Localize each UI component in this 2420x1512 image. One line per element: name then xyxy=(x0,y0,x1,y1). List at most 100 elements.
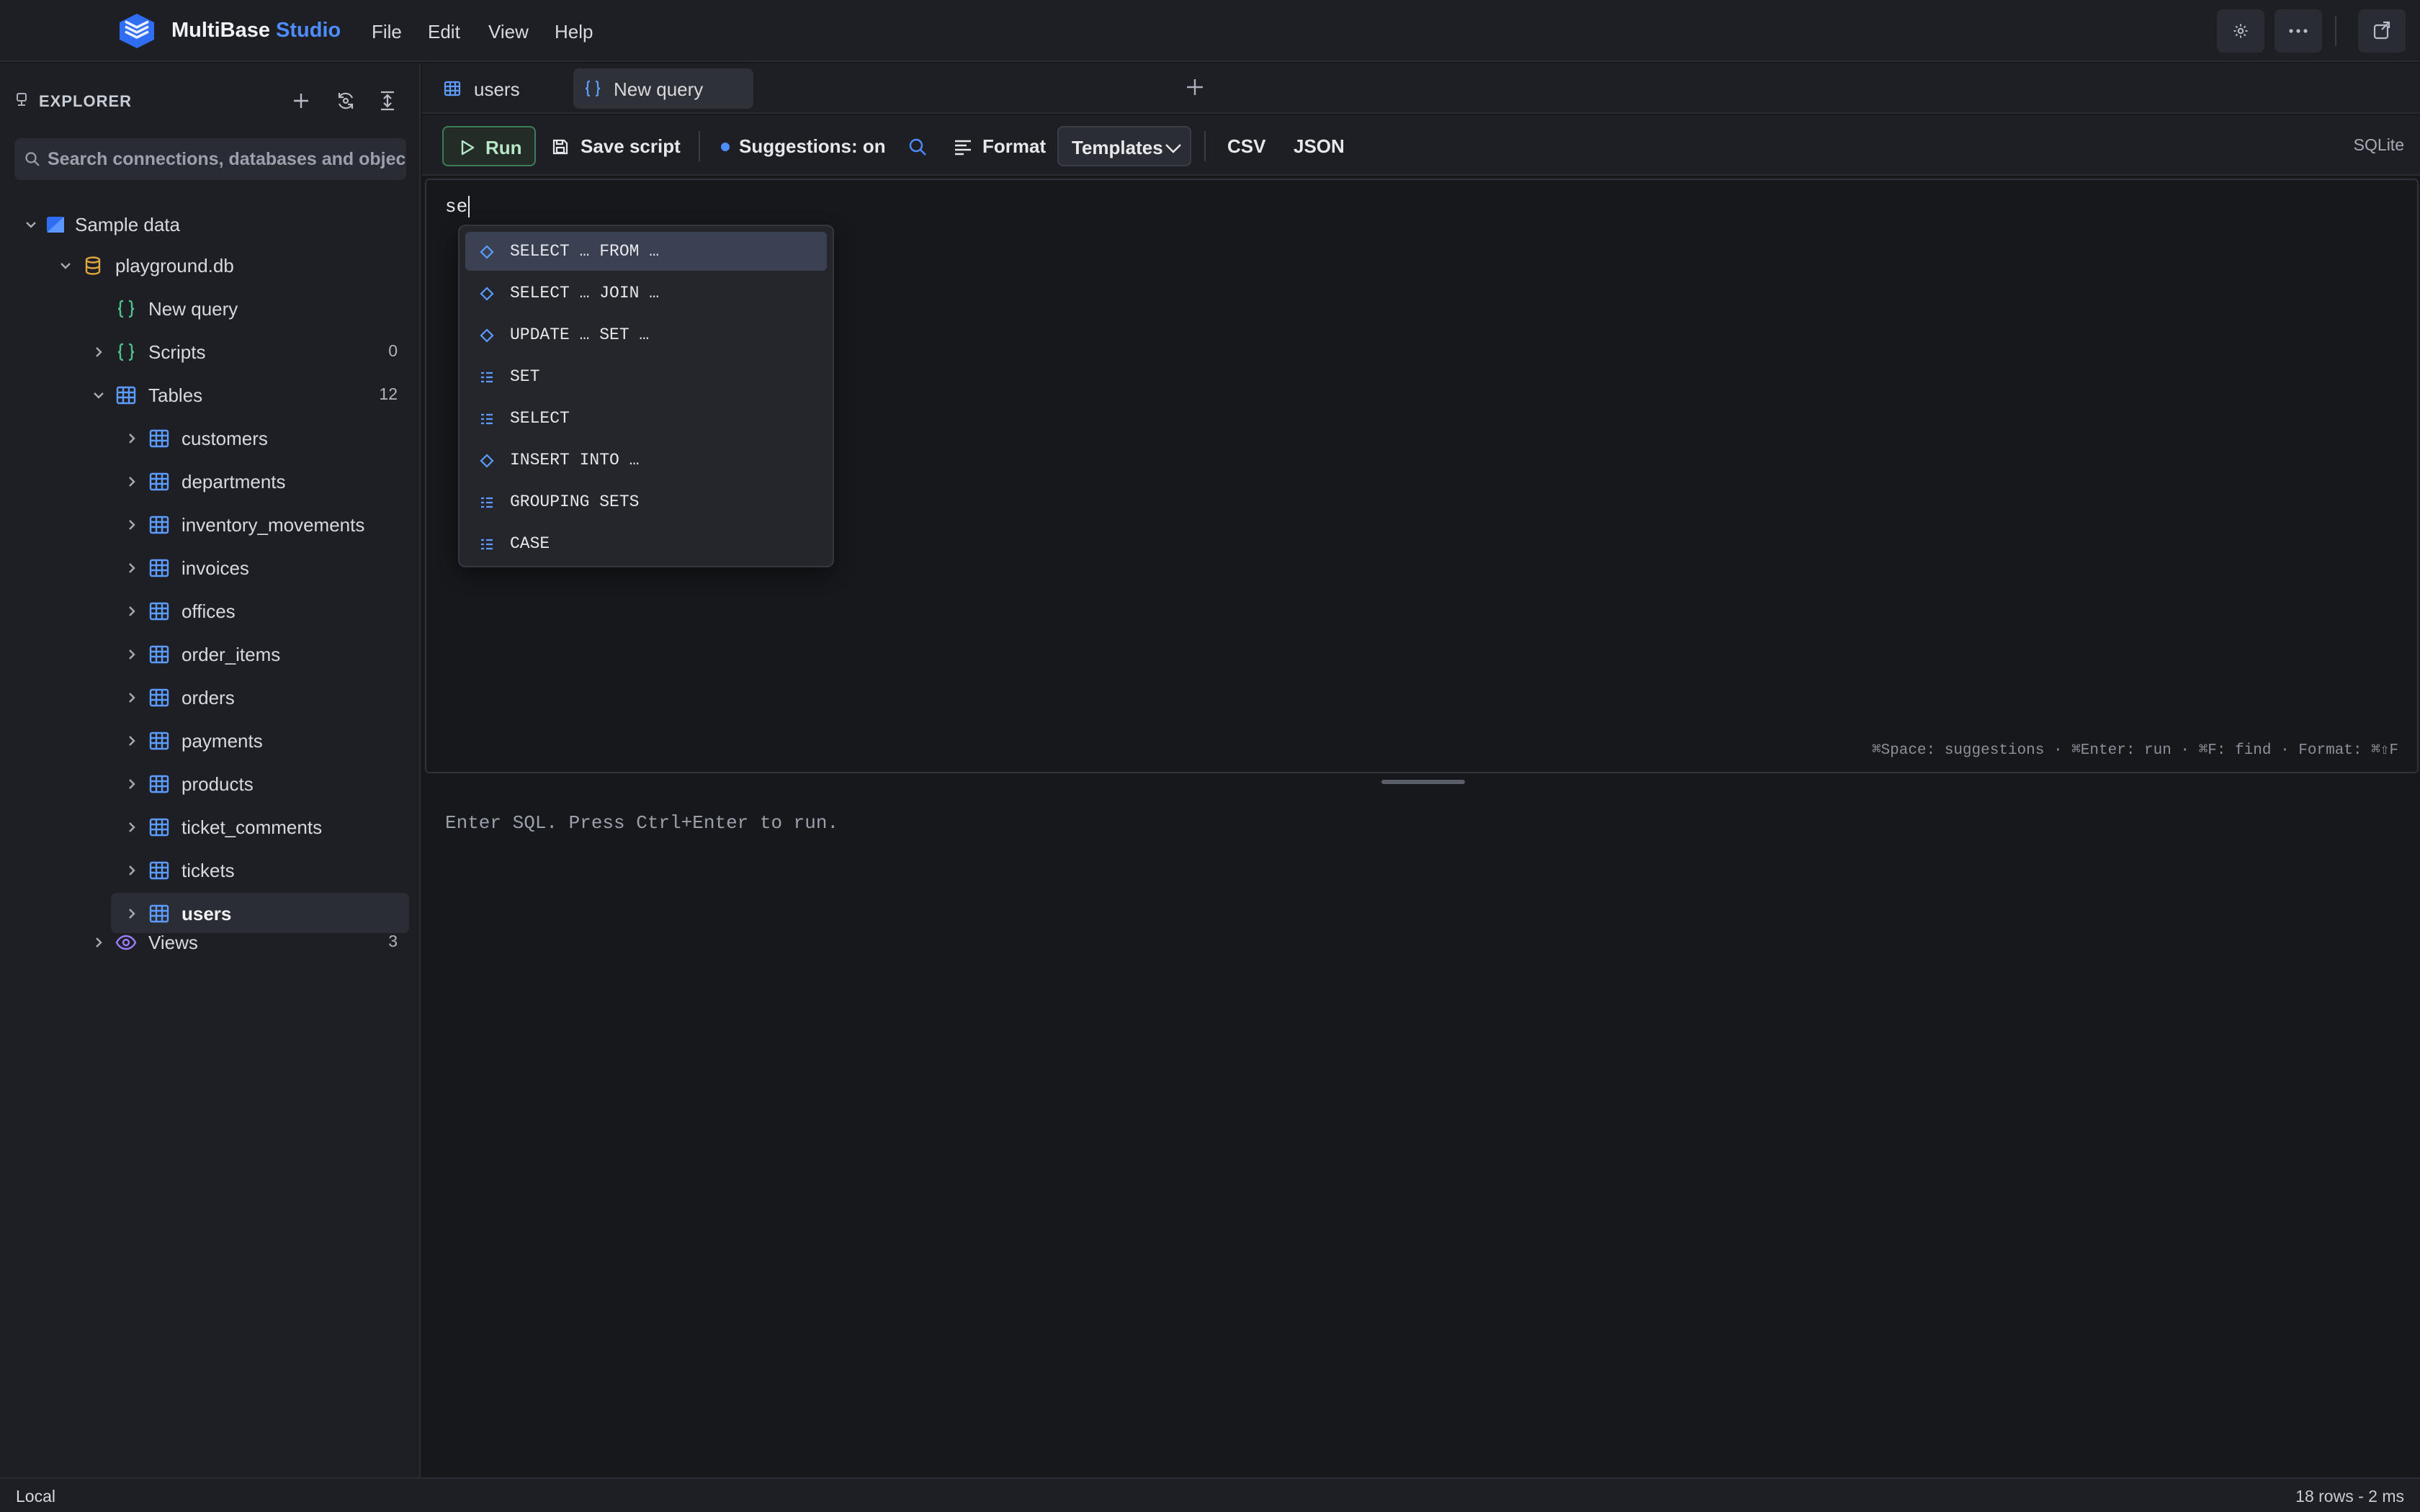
tree-new-query[interactable]: New query xyxy=(0,288,419,328)
autocomplete-item-label: UPDATE … SET … xyxy=(510,325,650,344)
autocomplete-item-label: SELECT … JOIN … xyxy=(510,284,660,302)
title-bar: MultiBase Studio File Edit View Help xyxy=(0,0,2420,62)
titlebar-divider xyxy=(2335,16,2336,46)
panel-resize-handle[interactable] xyxy=(1381,780,1465,784)
autocomplete-item[interactable]: CASE xyxy=(465,524,827,563)
table-item[interactable]: orders xyxy=(0,677,419,717)
save-script-button[interactable]: Save script xyxy=(552,126,696,166)
database-label: playground.db xyxy=(115,255,234,276)
plus-icon xyxy=(292,91,310,110)
templates-dropdown[interactable]: Templates xyxy=(1057,126,1191,166)
autocomplete-item[interactable]: SELECT … FROM … xyxy=(465,232,827,271)
table-item[interactable]: offices xyxy=(0,590,419,631)
autocomplete-item-label: SELECT … FROM … xyxy=(510,242,660,261)
table-icon xyxy=(148,428,170,449)
tree-views[interactable]: Views 3 xyxy=(0,922,419,962)
table-item[interactable]: customers xyxy=(0,418,419,458)
more-options-button[interactable] xyxy=(2275,9,2322,53)
gear-icon xyxy=(2232,22,2249,40)
chevron-right-icon xyxy=(124,733,140,749)
table-item[interactable]: invoices xyxy=(0,547,419,588)
editor-text: se xyxy=(445,196,468,217)
tree-connection-sample-data[interactable]: Sample data xyxy=(0,204,419,244)
chevron-down-icon xyxy=(91,387,107,403)
chevron-right-icon xyxy=(91,344,107,360)
table-item-label: products xyxy=(182,773,254,795)
table-item[interactable]: ticket_comments xyxy=(0,806,419,847)
tab-new-query[interactable]: New query xyxy=(573,68,753,109)
tab-users[interactable]: users xyxy=(432,68,559,109)
table-icon xyxy=(148,687,170,708)
export-csv-button[interactable]: CSV xyxy=(1227,126,1270,166)
table-item[interactable]: payments xyxy=(0,720,419,760)
keyword-icon xyxy=(480,370,494,384)
autocomplete-item[interactable]: SELECT xyxy=(465,399,827,438)
autocomplete-item[interactable]: GROUPING SETS xyxy=(465,482,827,521)
refresh-button[interactable] xyxy=(331,86,360,115)
query-toolbar: Run Save script Suggestions: on Format T… xyxy=(422,115,2420,176)
plus-icon xyxy=(1184,76,1210,98)
autocomplete-item-label: CASE xyxy=(510,534,550,553)
menu-view[interactable]: View xyxy=(488,21,529,43)
keyword-icon xyxy=(480,412,494,426)
add-connection-button[interactable] xyxy=(287,86,315,115)
chevron-right-icon xyxy=(124,776,140,792)
snippet-icon xyxy=(480,328,494,343)
eye-icon xyxy=(115,932,137,953)
new-window-button[interactable] xyxy=(2358,9,2406,53)
toolbar-divider xyxy=(699,131,700,161)
keyword-icon xyxy=(480,495,494,510)
autocomplete-popup: SELECT … FROM … SELECT … JOIN … UPDATE … S… xyxy=(458,225,834,567)
autocomplete-item[interactable]: INSERT INTO … xyxy=(465,441,827,480)
tree-tables[interactable]: Tables 12 xyxy=(0,374,419,415)
text-cursor xyxy=(468,196,470,218)
table-item-label: tickets xyxy=(182,860,235,881)
add-tab-button[interactable] xyxy=(1184,76,1210,102)
menu-edit[interactable]: Edit xyxy=(428,21,460,43)
table-item[interactable]: order_items xyxy=(0,634,419,674)
chevron-right-icon xyxy=(124,603,140,619)
collapse-all-icon xyxy=(379,90,396,112)
table-item[interactable]: departments xyxy=(0,461,419,501)
play-icon xyxy=(460,139,475,156)
braces-icon xyxy=(115,298,137,320)
snippet-icon xyxy=(480,454,494,468)
table-item[interactable]: tickets xyxy=(0,850,419,890)
explorer-title: EXPLORER xyxy=(39,92,133,110)
settings-button[interactable] xyxy=(2217,9,2264,53)
table-icon xyxy=(148,600,170,622)
autocomplete-item[interactable]: UPDATE … SET … xyxy=(465,315,827,354)
table-item-label: invoices xyxy=(182,557,249,579)
suggestions-toggle[interactable]: Suggestions: on xyxy=(720,126,886,166)
run-button[interactable]: Run xyxy=(442,126,536,166)
find-button[interactable] xyxy=(902,126,931,166)
refresh-icon xyxy=(336,91,356,111)
menu-help[interactable]: Help xyxy=(555,21,593,43)
menu-file[interactable]: File xyxy=(372,21,402,43)
collapse-all-button[interactable] xyxy=(373,86,402,115)
editor-line[interactable]: se xyxy=(445,196,470,218)
results-placeholder: Enter SQL. Press Ctrl+Enter to run. xyxy=(445,812,839,834)
search-icon xyxy=(908,137,928,157)
tree-database-playground[interactable]: playground.db xyxy=(0,245,419,285)
table-icon xyxy=(148,644,170,665)
table-item[interactable]: inventory_movements xyxy=(0,504,419,544)
scripts-label: Scripts xyxy=(148,341,206,363)
database-icon xyxy=(82,255,104,276)
explorer-search xyxy=(14,138,406,180)
table-icon xyxy=(148,557,170,579)
save-icon xyxy=(552,138,569,156)
chevron-right-icon xyxy=(124,560,140,576)
explorer-search-input[interactable] xyxy=(48,138,405,180)
autocomplete-item[interactable]: SET xyxy=(465,357,827,396)
table-icon xyxy=(148,816,170,838)
format-button[interactable]: Format xyxy=(954,126,1047,166)
chevron-down-icon xyxy=(58,258,73,274)
status-bar: Local 18 rows - 2 ms xyxy=(0,1477,2420,1512)
export-json-button[interactable]: JSON xyxy=(1294,126,1345,166)
autocomplete-item[interactable]: SELECT … JOIN … xyxy=(465,274,827,312)
tree-scripts[interactable]: Scripts 0 xyxy=(0,331,419,372)
braces-icon xyxy=(583,80,602,97)
explorer-sidebar: EXPLORER Search connections, databases a… xyxy=(0,63,421,1477)
table-item[interactable]: products xyxy=(0,763,419,804)
